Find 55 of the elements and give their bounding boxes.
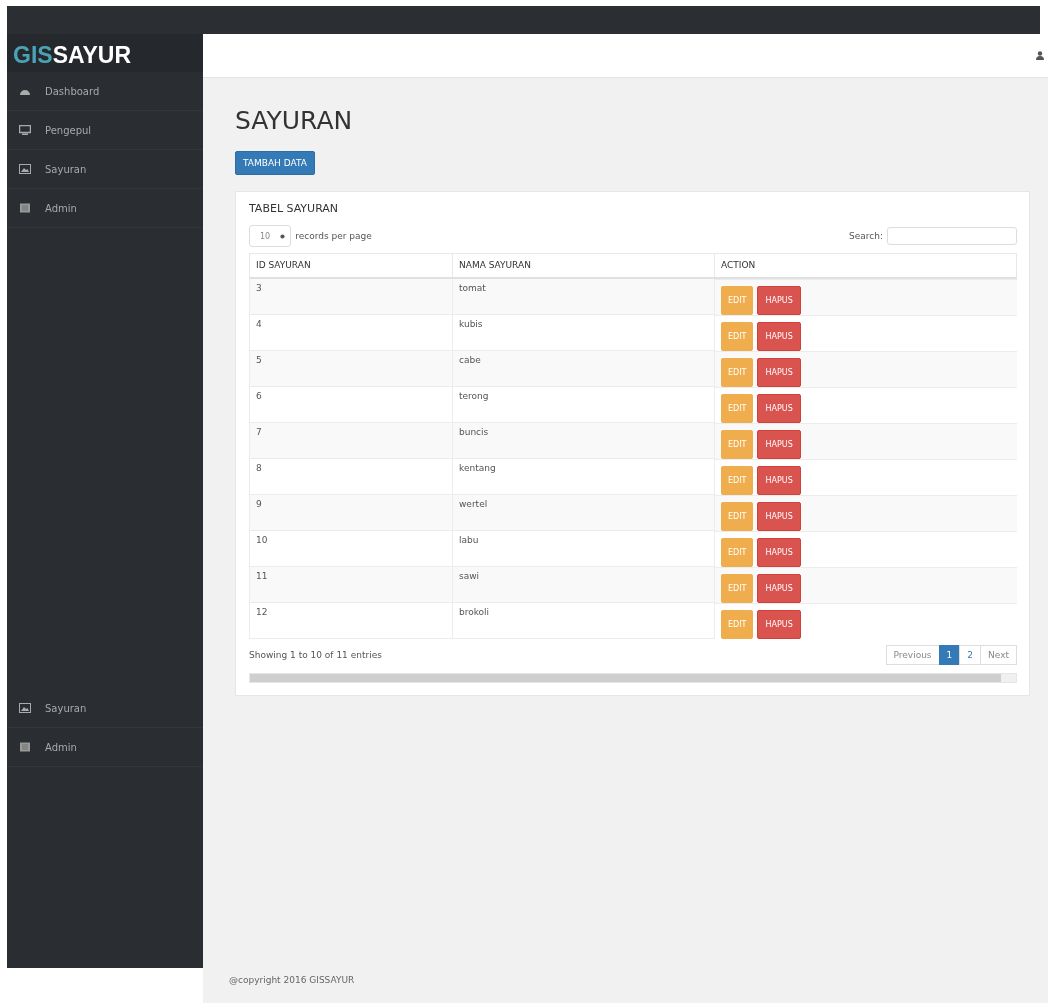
table-cell: 5: [249, 350, 453, 387]
add-data-button[interactable]: TAMBAH DATA: [235, 151, 315, 175]
delete-button[interactable]: HAPUS: [757, 573, 801, 603]
list-icon: [19, 203, 31, 213]
caret-icon: [280, 233, 286, 239]
page-title: SAYURAN: [235, 106, 354, 135]
user-icon[interactable]: [1036, 51, 1044, 60]
table-cell: 12: [249, 602, 453, 639]
table-cell: buncis: [452, 422, 715, 459]
picture-icon: [19, 703, 31, 713]
horizontal-scrollbar[interactable]: [249, 673, 1017, 683]
table-cell: sawi: [452, 566, 715, 603]
column-header: NAMA SAYURAN: [452, 253, 715, 278]
delete-button[interactable]: HAPUS: [757, 285, 801, 315]
table-cell: 8: [249, 458, 453, 495]
delete-button[interactable]: HAPUS: [757, 609, 801, 639]
entries-info: Showing 1 to 10 of 11 entries: [249, 650, 382, 660]
table-cell: 6: [249, 386, 453, 423]
column-header: ID SAYURAN: [249, 253, 453, 278]
page-size-select[interactable]: 10: [249, 225, 292, 247]
table-cell: 9: [249, 494, 453, 531]
delete-button[interactable]: HAPUS: [757, 321, 801, 351]
delete-button[interactable]: HAPUS: [757, 537, 801, 567]
delete-button[interactable]: HAPUS: [757, 429, 801, 459]
pagination-link[interactable]: Next: [980, 645, 1017, 665]
table-cell: cabe: [452, 350, 715, 387]
page-link[interactable]: 1: [938, 645, 961, 665]
pagination-link[interactable]: Previous: [885, 645, 940, 665]
search-field[interactable]: [887, 227, 1017, 245]
table-cell: 4: [249, 314, 453, 351]
table-cell: tomat: [452, 277, 715, 315]
copyright-text: @copyright 2016 GISSAYUR: [228, 975, 356, 987]
table-cell: kentang: [452, 458, 715, 495]
picture-icon: [19, 164, 31, 174]
table-cell: labu: [452, 530, 715, 567]
monitor-icon: [19, 125, 31, 135]
table-cell: brokoli: [452, 602, 715, 639]
table-cell: 10: [249, 530, 453, 567]
page-link[interactable]: 2: [959, 645, 982, 665]
table-cell: 3: [249, 277, 453, 315]
list-icon: [19, 742, 31, 752]
delete-button[interactable]: HAPUS: [757, 501, 801, 531]
logo: GISSAYUR: [7, 34, 203, 72]
table-cell: kubis: [452, 314, 715, 351]
delete-button[interactable]: HAPUS: [757, 357, 801, 387]
table-cell: wertel: [452, 494, 715, 531]
column-header: ACTION: [714, 253, 1017, 278]
page-size-label: records per page: [295, 231, 372, 241]
card-title: TABEL SAYURAN: [249, 202, 340, 215]
delete-button[interactable]: HAPUS: [757, 465, 801, 495]
table-cell: 7: [249, 422, 453, 459]
table-cell: terong: [452, 386, 715, 423]
search-label: Search:: [849, 231, 883, 241]
table-cell: 11: [249, 566, 453, 603]
delete-button[interactable]: HAPUS: [757, 393, 801, 423]
